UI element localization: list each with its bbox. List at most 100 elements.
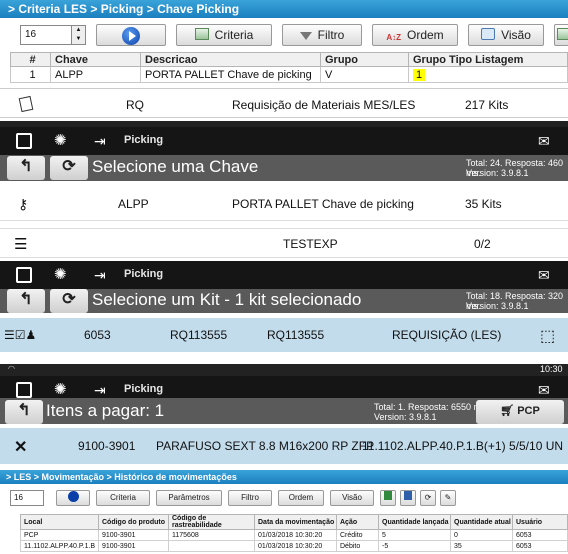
- settings-gear-icon[interactable]: ✺: [54, 267, 70, 283]
- table-row[interactable]: 1 ALPP PORTA PALLET Chave de picking V 1: [10, 66, 568, 83]
- order-button[interactable]: Ordem: [278, 490, 324, 506]
- cell-date: 01/03/2018 10:30:20: [254, 540, 337, 552]
- column-header[interactable]: Quantidade atual: [450, 514, 513, 530]
- list-item[interactable]: RQ Requisição de Materiais MES/LES 217 K…: [0, 88, 568, 118]
- document-icon: [18, 95, 34, 113]
- cell-qty-current: 35: [450, 540, 513, 552]
- excel-button[interactable]: [380, 490, 396, 506]
- settings-gear-icon[interactable]: ✺: [54, 382, 70, 398]
- list-item-code: RQ: [126, 98, 144, 112]
- back-button[interactable]: ↰: [7, 289, 45, 313]
- list-item-selected[interactable]: ✕ 9100-3901 PARAFUSO SEXT 8.8 M16x200 RP…: [0, 428, 568, 464]
- tools-button[interactable]: ✎: [440, 490, 456, 506]
- subheader: ↰ Itens a pagar: 1 Total: 1. Resposta: 6…: [0, 398, 568, 424]
- page-size-spinner[interactable]: 16 ▲ ▼: [20, 25, 86, 45]
- kit-type: REQUISIÇÃO (LES): [392, 328, 502, 342]
- run-button[interactable]: [56, 490, 90, 506]
- criteria-button[interactable]: Criteria: [96, 490, 150, 506]
- kit-id: 6053: [84, 328, 111, 342]
- back-button[interactable]: ↰: [7, 156, 45, 180]
- column-header[interactable]: Data da movimentação: [254, 514, 337, 530]
- column-header[interactable]: Local: [20, 514, 99, 530]
- spinner-arrows-icon[interactable]: ▲ ▼: [71, 26, 85, 44]
- app-header: ✺ ⇥ Picking ✉: [0, 127, 568, 155]
- order-button[interactable]: A↕Z Ordem: [372, 24, 458, 46]
- cell-user: 6053: [512, 540, 568, 552]
- cell-trace-code: 1175608: [168, 529, 255, 541]
- cell-descricao: PORTA PALLET Chave de picking: [140, 66, 321, 83]
- run-button[interactable]: [96, 24, 166, 46]
- cell-product-code: 9100-3901: [98, 540, 169, 552]
- column-header[interactable]: Usuário: [512, 514, 568, 530]
- column-header[interactable]: Ação: [336, 514, 379, 530]
- list-item[interactable]: ☰ TESTEXP 0/2: [0, 228, 568, 258]
- inbox-icon[interactable]: ✉: [538, 133, 554, 149]
- filter-button[interactable]: Filtro: [228, 490, 272, 506]
- cell-user: 6053: [512, 529, 568, 541]
- kit-rq: RQ113555: [170, 328, 228, 342]
- cell-action: Crédito: [336, 529, 379, 541]
- export-icon: [557, 28, 568, 40]
- status-bar: ◠ 10:30: [0, 364, 568, 376]
- boxes-icon: ⬚: [540, 328, 556, 345]
- criteria-icon: [194, 28, 209, 40]
- subheader-title: Selecione uma Chave: [92, 157, 259, 176]
- list-item-count: 0/2: [474, 237, 491, 251]
- back-button[interactable]: ↰: [5, 400, 43, 424]
- refresh-button[interactable]: ⟳: [50, 289, 88, 313]
- refresh-button[interactable]: ⟳: [50, 156, 88, 180]
- inbox-icon[interactable]: ✉: [538, 267, 554, 283]
- column-header[interactable]: #: [10, 52, 51, 67]
- cell-chave: ALPP: [50, 66, 141, 83]
- menu-icon[interactable]: [16, 267, 32, 283]
- list-item-selected[interactable]: ☰☑♟ 6053 RQ113555 RQ113555 REQUISIÇÃO (L…: [0, 318, 568, 352]
- refresh-button[interactable]: ⟳: [420, 490, 436, 506]
- cell-qty-posted: -5: [378, 540, 451, 552]
- column-header[interactable]: Quantidade lançada: [378, 514, 451, 530]
- logout-icon[interactable]: ⇥: [94, 267, 110, 283]
- column-header[interactable]: Código do produto: [98, 514, 169, 530]
- version-info: Version: 3.9.8.1: [374, 412, 437, 422]
- menu-icon[interactable]: [16, 133, 32, 149]
- version-info: Version: 3.9.8.1: [466, 168, 529, 178]
- list-check-user-icon: ☰☑♟: [4, 328, 37, 342]
- item-location: 11.1102.ALPP.40.P.1.B(+1): [362, 439, 506, 453]
- cell-product-code: 9100-3901: [98, 529, 169, 541]
- toolbar: 16 ▲ ▼ Criteria Filtro A↕Z Ordem Visão: [10, 22, 568, 48]
- excel-icon: [384, 491, 392, 500]
- pcp-button[interactable]: 🛒︎ PCP: [476, 400, 564, 424]
- layers-icon: ☰: [14, 236, 28, 253]
- criteria-button[interactable]: Criteria: [176, 24, 272, 46]
- filter-button[interactable]: Filtro: [282, 24, 362, 46]
- cell-date: 01/03/2018 10:30:20: [254, 529, 337, 541]
- header-title: Picking: [124, 383, 164, 395]
- cell-grupo-tipo: 1: [408, 66, 568, 83]
- column-header[interactable]: Grupo Tipo Listagem: [408, 52, 568, 67]
- column-header[interactable]: Código de rastreabilidade: [168, 514, 255, 530]
- page-size-spinner[interactable]: 16: [10, 490, 44, 506]
- list-item[interactable]: ⚷ ALPP PORTA PALLET Chave de picking 35 …: [0, 185, 568, 221]
- view-button[interactable]: Visão: [330, 490, 374, 506]
- highlighted-value[interactable]: 1: [413, 68, 426, 81]
- inbox-icon[interactable]: ✉: [538, 382, 554, 398]
- table-row[interactable]: PCP 9100-3901 1175608 01/03/2018 10:30:2…: [20, 529, 568, 541]
- cell-action: Débito: [336, 540, 379, 552]
- table-row[interactable]: 11.1102.ALPP.40.P.1.B 9100-3901 01/03/20…: [20, 540, 568, 552]
- page-size-value: 16: [25, 29, 37, 40]
- column-header[interactable]: Descricao: [140, 52, 321, 67]
- menu-icon[interactable]: [16, 382, 32, 398]
- extra-toolbar-button[interactable]: [554, 24, 568, 46]
- parameters-button[interactable]: Parâmetros: [156, 490, 222, 506]
- logout-icon[interactable]: ⇥: [94, 382, 110, 398]
- column-header[interactable]: Grupo: [320, 52, 409, 67]
- row-number: 1: [10, 66, 51, 83]
- column-header[interactable]: Chave: [50, 52, 141, 67]
- settings-gear-icon[interactable]: ✺: [54, 133, 70, 149]
- view-button[interactable]: Visão: [468, 24, 544, 46]
- logout-icon[interactable]: ⇥: [94, 133, 110, 149]
- play-icon: [122, 27, 140, 45]
- cell-grupo: V: [320, 66, 409, 83]
- close-icon[interactable]: ✕: [14, 437, 27, 457]
- save-button[interactable]: [400, 490, 416, 506]
- list-item-description: PORTA PALLET Chave de picking: [232, 197, 414, 211]
